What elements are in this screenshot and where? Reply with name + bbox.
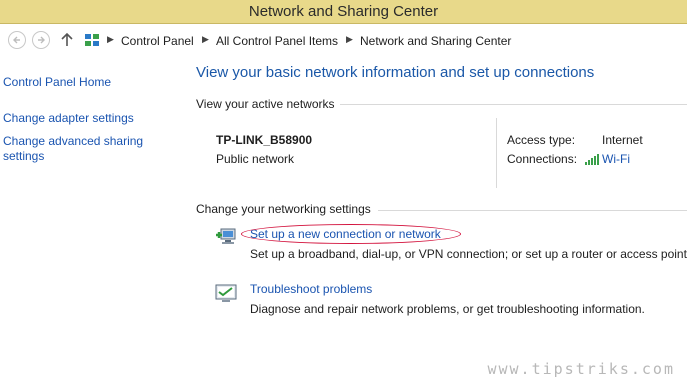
- wifi-connection-link[interactable]: Wi-Fi: [602, 152, 630, 166]
- back-arrow-icon: [13, 36, 20, 44]
- connections-label: Connections:: [507, 152, 578, 166]
- network-name: TP-LINK_B58900: [216, 133, 313, 147]
- setup-connection-description: Set up a broadband, dial-up, or VPN conn…: [250, 247, 687, 261]
- divider: [340, 104, 687, 105]
- troubleshoot-icon: [215, 284, 237, 302]
- window-title-bar: Network and Sharing Center: [0, 0, 687, 24]
- watermark: www.tipstriks.com: [487, 360, 675, 378]
- up-arrow-icon[interactable]: [60, 32, 74, 48]
- chevron-right-icon[interactable]: ▶: [202, 34, 209, 45]
- navigation-bar: ▶ Control Panel ▶ All Control Panel Item…: [0, 24, 687, 58]
- wifi-signal-icon: [585, 154, 599, 165]
- page-title: View your basic network information and …: [196, 64, 595, 81]
- highlight-circle: [241, 224, 461, 244]
- sidebar-item-advanced-sharing[interactable]: Change advanced sharing: [3, 134, 143, 149]
- network-location-icon: [85, 34, 99, 46]
- access-type-label: Access type:: [507, 133, 576, 147]
- breadcrumb-network-sharing[interactable]: Network and Sharing Center: [360, 34, 511, 48]
- chevron-right-icon: ▶: [107, 34, 114, 44]
- troubleshoot-link[interactable]: Troubleshoot problems: [250, 282, 372, 296]
- networking-settings-heading: Change your networking settings: [196, 202, 371, 216]
- divider: [496, 118, 497, 188]
- divider: [378, 210, 687, 211]
- sidebar-item-advanced-sharing-cont[interactable]: settings: [3, 149, 44, 164]
- back-button[interactable]: [8, 31, 26, 49]
- chevron-right-icon[interactable]: ▶: [346, 34, 353, 45]
- sidebar-item-adapter-settings[interactable]: Change adapter settings: [3, 111, 134, 126]
- troubleshoot-description: Diagnose and repair network problems, or…: [250, 302, 645, 316]
- new-connection-icon: [216, 228, 236, 244]
- window-title: Network and Sharing Center: [248, 3, 439, 20]
- network-category[interactable]: Public network: [216, 152, 294, 166]
- breadcrumb-all-items[interactable]: All Control Panel Items: [216, 34, 338, 48]
- active-networks-heading: View your active networks: [196, 97, 335, 111]
- breadcrumb-control-panel[interactable]: Control Panel: [121, 34, 194, 48]
- access-type-value: Internet: [602, 133, 643, 147]
- forward-arrow-icon: [38, 36, 45, 44]
- forward-button[interactable]: [32, 31, 50, 49]
- sidebar-item-control-panel-home[interactable]: Control Panel Home: [3, 75, 111, 90]
